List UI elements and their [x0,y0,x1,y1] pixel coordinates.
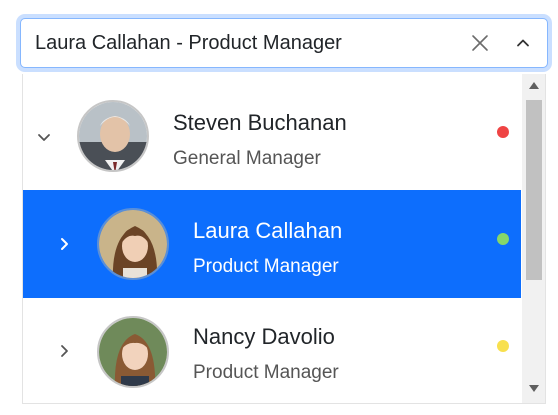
dropdown-tree-input[interactable]: Laura Callahan - Product Manager [20,18,548,68]
vertical-scrollbar[interactable] [522,74,545,403]
tree-item-laura-callahan[interactable]: Laura Callahan Product Manager [23,190,521,298]
tree-item-nancy-davolio[interactable]: Nancy Davolio Product Manager [23,298,521,403]
avatar [97,316,169,388]
employee-role: Product Manager [193,256,339,277]
status-indicator [497,340,509,352]
employee-role: Product Manager [193,362,339,383]
chevron-right-icon[interactable] [55,342,73,360]
avatar [97,208,169,280]
chevron-down-icon[interactable] [35,128,53,146]
tree-item-steven-buchanan[interactable]: Steven Buchanan General Manager [23,82,521,190]
employee-name: Nancy Davolio [193,324,335,349]
employee-role: General Manager [173,148,321,169]
employee-name: Steven Buchanan [173,110,347,135]
chevron-up-icon[interactable] [513,33,533,53]
status-indicator [497,233,509,245]
chevron-right-icon[interactable] [55,235,73,253]
dropdown-popup: Steven Buchanan General Manager Laura Ca… [22,74,546,404]
employee-name: Laura Callahan [193,218,343,243]
scroll-up-arrow-icon[interactable] [528,80,540,90]
scroll-thumb[interactable] [526,100,542,280]
avatar [77,100,149,172]
selected-value-text: Laura Callahan - Product Manager [35,32,342,54]
status-indicator [497,126,509,138]
close-icon[interactable] [468,31,492,55]
scroll-down-arrow-icon[interactable] [528,384,540,394]
